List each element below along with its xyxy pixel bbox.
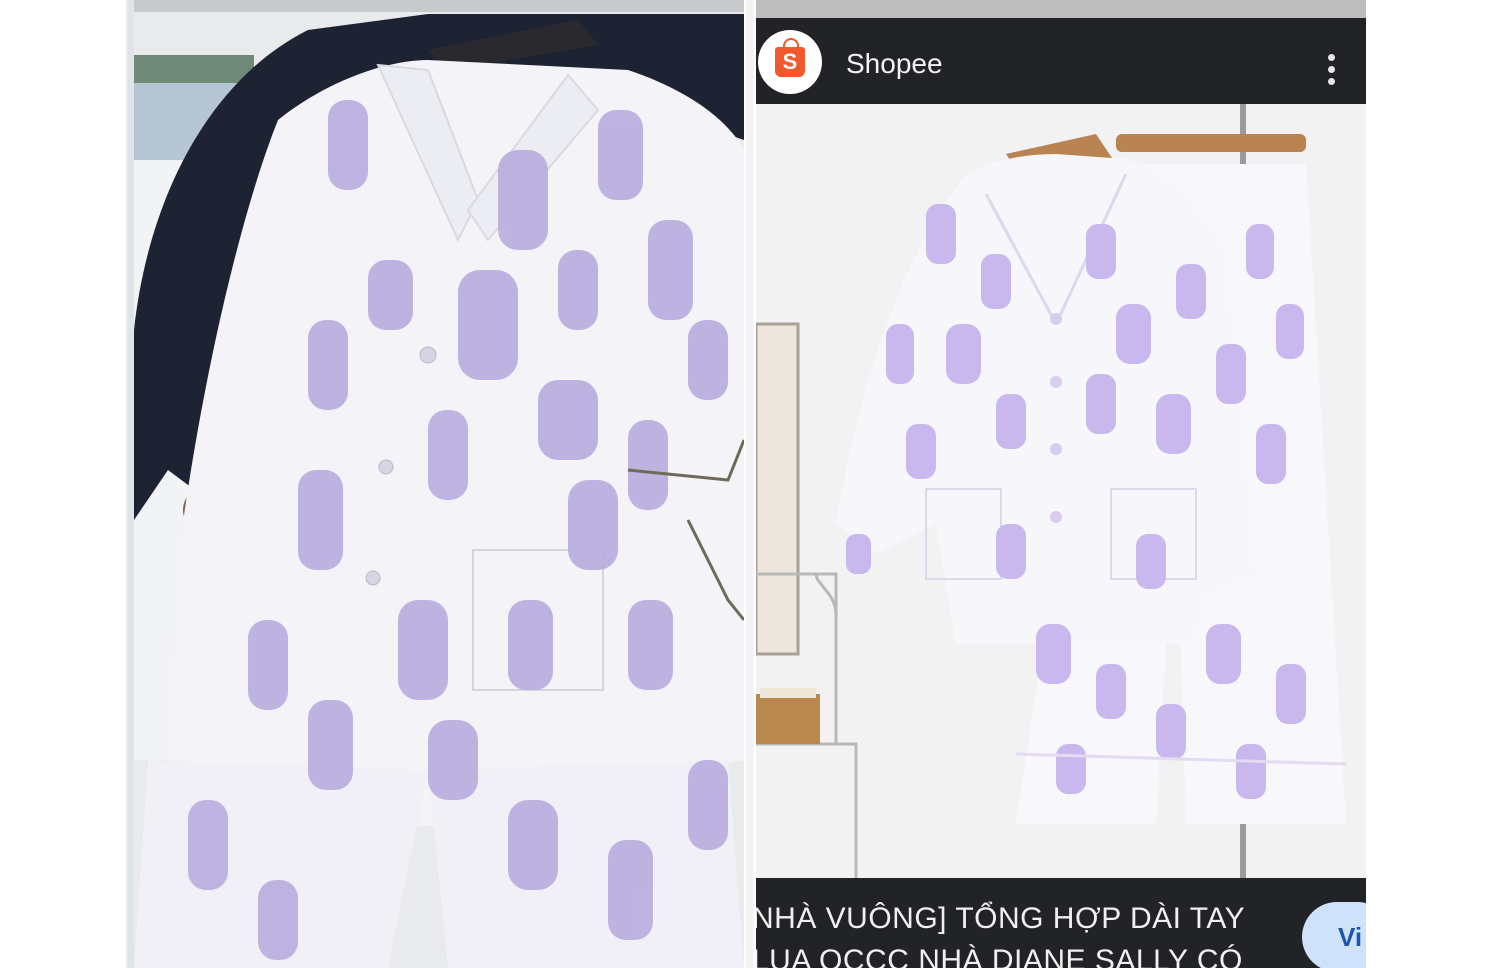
app-name: Shopee xyxy=(846,48,943,79)
shopee-app-header: S Shopee xyxy=(756,18,1366,104)
shopping-bag-icon: S xyxy=(775,38,805,77)
product-caption-bar: NHÀ VUÔNG] TỔNG HỢP DÀI TAY LỤA QCCC NHÀ… xyxy=(756,878,1366,968)
pajama-photo xyxy=(134,12,744,968)
product-photo xyxy=(756,104,1366,878)
kebab-menu-icon[interactable] xyxy=(1326,54,1336,94)
logo-letter: S xyxy=(782,49,798,74)
left-top-bar xyxy=(134,0,744,12)
shopee-logo[interactable]: S xyxy=(758,30,822,94)
middle-divider xyxy=(746,0,754,968)
product-title-line-1[interactable]: NHÀ VUÔNG] TỔNG HỢP DÀI TAY xyxy=(756,902,1245,936)
product-title-line-2[interactable]: LỤA QCCC NHÀ DIANE SALLY CÓ xyxy=(756,944,1243,968)
user-photo-panel xyxy=(128,0,744,968)
shopee-listing-panel: S Shopee NHÀ VUÔNG] TỔNG HỢP DÀI TAY LỤA… xyxy=(756,0,1366,968)
visit-button[interactable]: Vi xyxy=(1302,902,1366,968)
right-top-bar xyxy=(756,0,1366,18)
product-pajama-image xyxy=(756,104,1366,878)
